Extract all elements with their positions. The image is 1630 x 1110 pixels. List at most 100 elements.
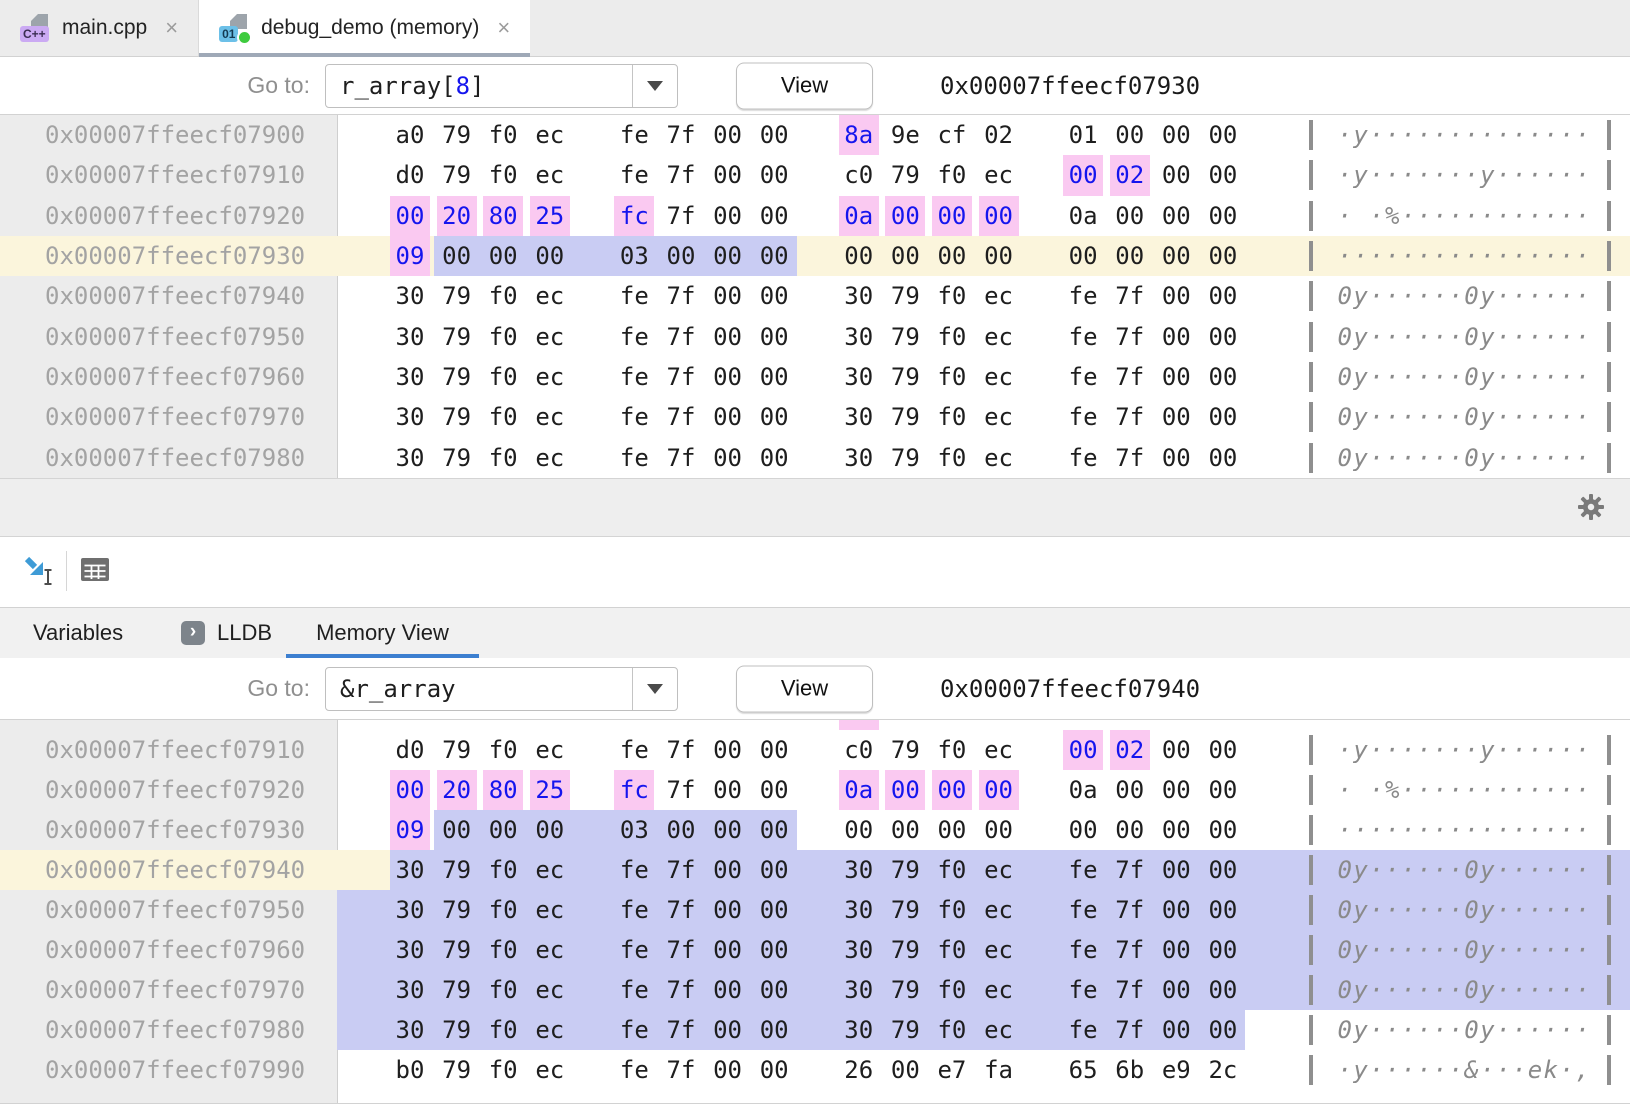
hex-byte-cell[interactable]: 09 [390, 810, 430, 850]
hex-byte-cell[interactable]: fe [614, 115, 654, 155]
hex-byte-cell[interactable]: f0 [932, 397, 972, 437]
hex-byte-cell[interactable]: 79 [885, 730, 925, 770]
hex-byte-cell[interactable]: e9 [1156, 1050, 1196, 1090]
hex-byte-cell[interactable] [390, 720, 430, 730]
hex-byte-cell[interactable]: 79 [885, 930, 925, 970]
hex-byte-cell[interactable]: ec [530, 438, 570, 478]
hex-byte-cell[interactable]: 20 [437, 770, 477, 810]
hex-byte-cell[interactable]: 30 [839, 970, 879, 1010]
hex-byte-cell[interactable]: 00 [1110, 115, 1150, 155]
hex-byte-cell[interactable]: 7f [661, 730, 701, 770]
hex-byte-cell[interactable]: ec [979, 970, 1019, 1010]
hex-byte-cell[interactable]: 30 [839, 1010, 879, 1050]
hex-byte-cell[interactable]: f0 [932, 970, 972, 1010]
hex-byte-cell[interactable]: 00 [1110, 196, 1150, 236]
hex-byte-cell[interactable] [932, 720, 972, 730]
tab-memory-view[interactable]: Memory View [286, 608, 479, 658]
hex-byte-cell[interactable]: 00 [1203, 730, 1243, 770]
hex-byte-cell[interactable]: 00 [390, 196, 430, 236]
hex-byte-cell[interactable]: ec [530, 1050, 570, 1090]
hex-byte-cell[interactable]: 00 [1203, 970, 1243, 1010]
hex-byte-cell[interactable]: 9e [885, 115, 925, 155]
hex-byte-cell[interactable]: fc [614, 770, 654, 810]
hex-byte-cell[interactable]: 00 [754, 850, 794, 890]
hex-byte-cell[interactable] [839, 720, 879, 730]
hex-byte-cell[interactable]: 80 [483, 770, 523, 810]
hex-byte-cell[interactable]: 0a [839, 770, 879, 810]
hex-byte-cell[interactable]: 00 [708, 850, 748, 890]
hex-byte-cell[interactable]: 00 [1203, 196, 1243, 236]
hex-byte-cell[interactable]: 7f [661, 317, 701, 357]
hex-byte-cell[interactable]: 30 [390, 276, 430, 316]
hex-byte-cell[interactable]: f0 [483, 438, 523, 478]
hex-byte-cell[interactable]: ec [979, 317, 1019, 357]
hex-byte-cell[interactable]: 30 [839, 397, 879, 437]
hex-byte-cell[interactable]: 26 [839, 1050, 879, 1090]
hex-byte-cell[interactable]: 30 [390, 850, 430, 890]
hex-byte-cell[interactable]: 79 [885, 438, 925, 478]
hex-byte-cell[interactable]: f0 [932, 438, 972, 478]
hex-byte-cell[interactable]: f0 [932, 1010, 972, 1050]
hex-byte-cell[interactable]: ec [530, 890, 570, 930]
hex-byte-cell[interactable]: 6b [1110, 1050, 1150, 1090]
hex-byte-cell[interactable]: 0a [1063, 770, 1103, 810]
hex-byte-cell[interactable]: 7f [1110, 1010, 1150, 1050]
hex-byte-cell[interactable]: 00 [1203, 930, 1243, 970]
hex-byte-cell[interactable]: fe [614, 1010, 654, 1050]
hex-byte-cell[interactable]: 00 [754, 155, 794, 195]
view-button-bottom[interactable]: View [736, 665, 873, 712]
hex-byte-cell[interactable]: 7f [661, 276, 701, 316]
hex-byte-cell[interactable]: 79 [885, 850, 925, 890]
hex-byte-cell[interactable]: 00 [708, 357, 748, 397]
hex-byte-cell[interactable] [1110, 720, 1150, 730]
hex-byte-cell[interactable]: fe [1063, 397, 1103, 437]
hex-byte-cell[interactable]: 79 [437, 438, 477, 478]
hex-byte-cell[interactable]: f0 [483, 1010, 523, 1050]
hex-byte-cell[interactable]: ec [979, 276, 1019, 316]
hex-byte-cell[interactable] [1203, 720, 1243, 730]
hex-byte-cell[interactable]: f0 [932, 155, 972, 195]
hex-byte-cell[interactable]: 00 [1156, 155, 1196, 195]
hex-byte-cell[interactable]: 00 [932, 810, 972, 850]
hex-byte-cell[interactable]: 00 [885, 1050, 925, 1090]
goto-expression-combo-top[interactable]: r_array[8] [325, 64, 678, 108]
hex-byte-cell[interactable]: 79 [437, 317, 477, 357]
hex-byte-cell[interactable]: ec [979, 850, 1019, 890]
hex-byte-cell[interactable]: 00 [754, 810, 794, 850]
hex-byte-cell[interactable]: 79 [437, 1050, 477, 1090]
hex-byte-cell[interactable]: 7f [1110, 438, 1150, 478]
hex-byte-cell[interactable]: fe [614, 397, 654, 437]
hex-byte-cell[interactable]: 00 [661, 810, 701, 850]
hex-byte-cell[interactable] [483, 720, 523, 730]
hex-byte-cell[interactable]: 00 [754, 890, 794, 930]
hex-byte-cell[interactable]: c0 [839, 730, 879, 770]
hex-byte-cell[interactable]: 00 [708, 810, 748, 850]
hex-byte-cell[interactable]: fe [614, 890, 654, 930]
tab-main-cpp[interactable]: C++ main.cpp × [0, 0, 199, 56]
settings-gear-icon[interactable] [1577, 493, 1605, 521]
hex-byte-cell[interactable]: ec [530, 397, 570, 437]
hex-byte-cell[interactable]: f0 [932, 317, 972, 357]
hex-byte-cell[interactable]: 02 [979, 115, 1019, 155]
hex-byte-cell[interactable]: 7f [661, 1050, 701, 1090]
hex-byte-cell[interactable]: 79 [885, 397, 925, 437]
hex-byte-cell[interactable]: ec [530, 1010, 570, 1050]
hex-byte-cell[interactable]: 00 [839, 810, 879, 850]
hex-byte-cell[interactable]: 00 [708, 397, 748, 437]
hex-byte-cell[interactable]: fe [1063, 970, 1103, 1010]
hex-byte-cell[interactable]: 7f [661, 1010, 701, 1050]
hex-byte-cell[interactable]: ec [530, 155, 570, 195]
hex-byte-cell[interactable]: fe [1063, 438, 1103, 478]
hex-byte-cell[interactable] [661, 720, 701, 730]
hex-byte-cell[interactable]: 25 [530, 770, 570, 810]
hex-byte-cell[interactable]: 00 [708, 1010, 748, 1050]
hex-byte-cell[interactable]: f0 [932, 730, 972, 770]
hex-byte-cell[interactable]: ec [530, 970, 570, 1010]
hex-byte-cell[interactable]: 00 [1156, 317, 1196, 357]
hex-byte-cell[interactable]: fe [614, 1050, 654, 1090]
hex-byte-cell[interactable]: 79 [437, 970, 477, 1010]
hex-byte-cell[interactable]: 00 [1203, 357, 1243, 397]
hex-byte-cell[interactable]: ec [530, 317, 570, 357]
hex-byte-cell[interactable]: 00 [754, 970, 794, 1010]
hex-byte-cell[interactable]: 00 [1063, 730, 1103, 770]
